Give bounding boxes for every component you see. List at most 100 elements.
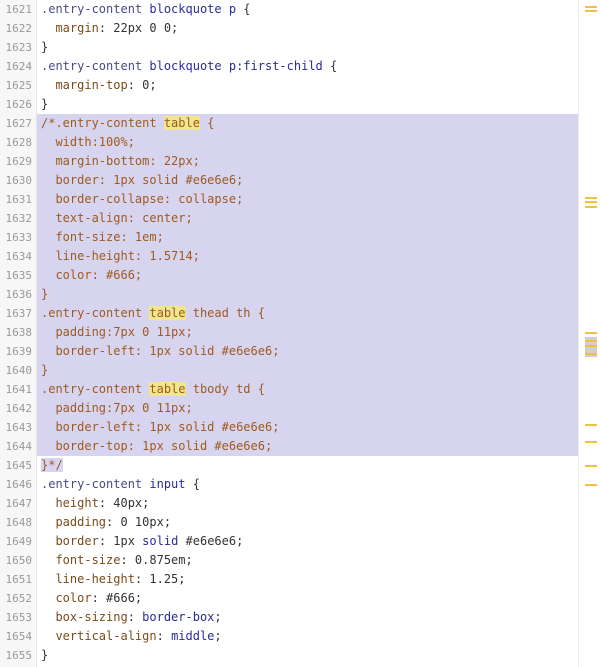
code-line[interactable]: padding:7px 0 11px;	[37, 323, 578, 342]
code-line[interactable]: vertical-align: middle;	[37, 627, 578, 646]
code-line[interactable]: padding: 0 10px;	[37, 513, 578, 532]
code-line[interactable]: margin: 22px 0 0;	[37, 19, 578, 38]
code-token: : 1px	[98, 534, 143, 548]
code-line[interactable]: color: #666;	[37, 589, 578, 608]
code-line[interactable]: line-height: 1.5714;	[37, 247, 578, 266]
line-number: 1629	[5, 155, 33, 168]
code-token: :	[156, 629, 172, 643]
line-number: 1621	[5, 3, 33, 16]
code-token: padding:7px 0 11px;	[41, 325, 193, 339]
code-token: padding	[55, 515, 107, 529]
code-line[interactable]: .entry-content blockquote p {	[37, 0, 578, 19]
code-token: {	[185, 477, 200, 491]
code-token: height	[55, 496, 99, 510]
code-token: blockquote p:first-child	[149, 59, 323, 73]
scroll-search-marker	[585, 197, 597, 199]
code-line[interactable]: }	[37, 361, 578, 380]
line-number: 1624	[5, 60, 33, 73]
code-token: border: 1px solid #e6e6e6;	[41, 173, 244, 187]
code-token: }	[41, 363, 49, 377]
search-highlight: table	[149, 382, 186, 396]
line-number: 1630	[5, 174, 33, 187]
code-token: ;	[214, 629, 222, 643]
code-token: : 40px;	[98, 496, 150, 510]
code-token: thead th {	[185, 306, 265, 320]
code-token: tbody td {	[185, 382, 265, 396]
line-number: 1636	[5, 288, 33, 301]
code-line[interactable]: box-sizing: border-box;	[37, 608, 578, 627]
code-line[interactable]: color: #666;	[37, 266, 578, 285]
code-line[interactable]: }	[37, 95, 578, 114]
code-token: }*/	[41, 458, 63, 472]
code-token: .entry-content	[41, 306, 150, 320]
line-number: 1623	[5, 41, 33, 54]
code-line[interactable]: font-size: 0.875em;	[37, 551, 578, 570]
code-token: solid	[142, 534, 179, 548]
code-token: margin-top	[55, 78, 128, 92]
code-line[interactable]: /*.entry-content table {	[37, 114, 578, 133]
code-line[interactable]: font-size: 1em;	[37, 228, 578, 247]
code-line[interactable]: }*/	[37, 456, 578, 475]
scroll-search-marker	[585, 424, 597, 426]
code-line[interactable]: margin-bottom: 22px;	[37, 152, 578, 171]
vertical-scrollbar[interactable]	[578, 0, 600, 667]
code-line[interactable]: .entry-content table thead th {	[37, 304, 578, 323]
code-line[interactable]: }	[37, 38, 578, 57]
code-token: margin	[55, 21, 99, 35]
scroll-search-marker	[585, 353, 597, 355]
line-number: 1647	[5, 497, 33, 510]
code-token: .entry-content	[41, 382, 150, 396]
code-line[interactable]: border-top: 1px solid #e6e6e6;	[37, 437, 578, 456]
code-token: margin-bottom: 22px;	[41, 154, 200, 168]
code-editor[interactable]: .entry-content blockquote p { margin: 22…	[37, 0, 578, 667]
line-number: 1652	[5, 592, 33, 605]
code-token: border-top: 1px solid #e6e6e6;	[41, 439, 273, 453]
code-token: vertical-align	[55, 629, 157, 643]
line-number: 1640	[5, 364, 33, 377]
code-token: border-left: 1px solid #e6e6e6;	[41, 420, 280, 434]
code-token: box-sizing	[55, 610, 128, 624]
code-token: : 0.875em;	[120, 553, 193, 567]
line-number: 1650	[5, 554, 33, 567]
code-line[interactable]: line-height: 1.25;	[37, 570, 578, 589]
code-line[interactable]: border-left: 1px solid #e6e6e6;	[37, 342, 578, 361]
line-number: 1625	[5, 79, 33, 92]
code-token: /*.entry-content	[41, 116, 164, 130]
code-token: .entry-content	[41, 2, 150, 16]
line-number: 1641	[5, 383, 33, 396]
line-number: 1648	[5, 516, 33, 529]
code-line[interactable]: border-left: 1px solid #e6e6e6;	[37, 418, 578, 437]
code-line[interactable]: border: 1px solid #e6e6e6;	[37, 171, 578, 190]
line-number: 1643	[5, 421, 33, 434]
scroll-search-marker	[585, 340, 597, 342]
line-number: 1628	[5, 136, 33, 149]
code-line[interactable]: width:100%;	[37, 133, 578, 152]
code-line[interactable]: border: 1px solid #e6e6e6;	[37, 532, 578, 551]
code-token: : 0;	[127, 78, 157, 92]
code-token: : 0 10px;	[106, 515, 172, 529]
code-line[interactable]: height: 40px;	[37, 494, 578, 513]
code-line[interactable]: margin-top: 0;	[37, 76, 578, 95]
code-line[interactable]: text-align: center;	[37, 209, 578, 228]
code-token: blockquote p	[149, 2, 237, 16]
code-line[interactable]: }	[37, 285, 578, 304]
scroll-search-marker	[585, 441, 597, 443]
code-line[interactable]: border-collapse: collapse;	[37, 190, 578, 209]
code-line[interactable]: .entry-content input {	[37, 475, 578, 494]
scroll-search-marker	[585, 206, 597, 208]
scroll-search-marker	[585, 332, 597, 334]
code-line[interactable]: }	[37, 646, 578, 665]
code-line[interactable]: .entry-content blockquote p:first-child …	[37, 57, 578, 76]
code-line[interactable]: padding:7px 0 11px;	[37, 399, 578, 418]
code-line[interactable]: .entry-content table tbody td {	[37, 380, 578, 399]
line-number-gutter: 1621 1622 1623 1624 1625 1626 1627 1628 1629 1630…	[0, 0, 37, 667]
line-number: 1631	[5, 193, 33, 206]
code-token: :	[127, 610, 143, 624]
line-number: 1651	[5, 573, 33, 586]
line-number: 1626	[5, 98, 33, 111]
line-number: 1639	[5, 345, 33, 358]
